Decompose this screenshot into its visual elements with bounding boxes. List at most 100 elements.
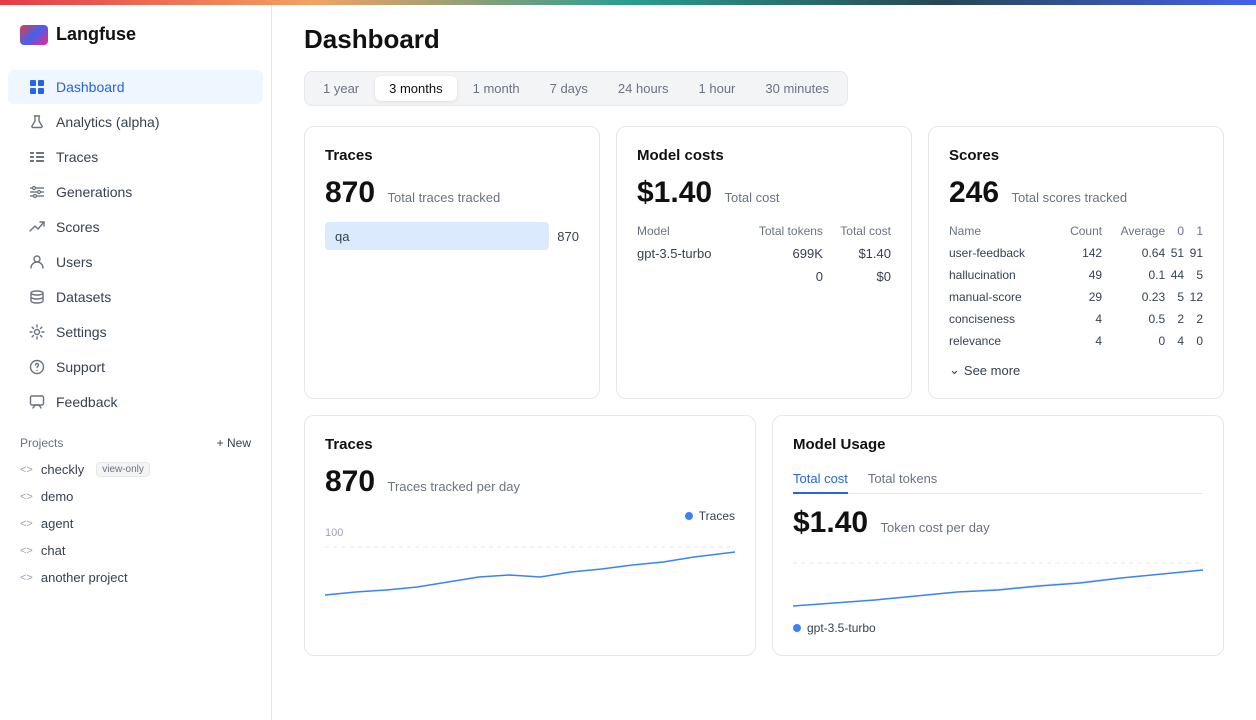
time-filter-1year[interactable]: 1 year xyxy=(309,76,373,101)
time-filter-1month[interactable]: 1 month xyxy=(459,76,534,101)
score-c0: 4 xyxy=(1165,330,1184,352)
app-name: Langfuse xyxy=(56,24,136,45)
list-icon xyxy=(28,148,46,166)
sliders-icon xyxy=(28,183,46,201)
model-usage-card: Model Usage Total cost Total tokens $1.4… xyxy=(772,415,1224,656)
model-costs-label: Total cost xyxy=(725,190,780,205)
traces-count: 870 xyxy=(325,176,375,209)
score-count: 29 xyxy=(1057,286,1102,308)
time-filter-3months[interactable]: 3 months xyxy=(375,76,456,101)
main-nav: Dashboard Analytics (alpha) xyxy=(0,65,271,424)
projects-list: <> checkly view-only <> demo <> agent <>… xyxy=(0,456,271,591)
sidebar-item-label: Scores xyxy=(56,219,100,235)
project-name: checkly xyxy=(41,462,84,477)
score-name: manual-score xyxy=(949,286,1057,308)
model-usage-total: $1.40 xyxy=(793,506,868,539)
project-name: chat xyxy=(41,543,66,558)
model-usage-title: Model Usage xyxy=(793,436,1203,453)
sidebar-item-label: Settings xyxy=(56,324,107,340)
score-c0: 5 xyxy=(1165,286,1184,308)
score-count: 49 xyxy=(1057,264,1102,286)
model-costs-total: $1.40 xyxy=(637,176,712,209)
traces-chart-count: 870 xyxy=(325,465,375,498)
time-filter-24hours[interactable]: 24 hours xyxy=(604,76,683,101)
stats-row: Traces 870 Total traces tracked qa 870 M… xyxy=(304,126,1224,399)
traces-label: Total traces tracked xyxy=(388,190,501,205)
model-costs-card: Model costs $1.40 Total cost Model Total… xyxy=(616,126,912,399)
project-name: another project xyxy=(41,570,128,585)
sidebar-item-analytics[interactable]: Analytics (alpha) xyxy=(8,105,263,139)
score-avg: 0.64 xyxy=(1102,242,1165,264)
score-name: user-feedback xyxy=(949,242,1057,264)
model-costs-table: Model Total tokens Total cost gpt-3.5-tu… xyxy=(637,220,891,288)
chart-area: 100 xyxy=(325,527,735,602)
trace-bar-qa: qa xyxy=(325,222,549,250)
sidebar-item-feedback[interactable]: Feedback xyxy=(8,385,263,419)
table-row: user-feedback 142 0.64 51 91 xyxy=(949,242,1203,264)
time-filter-30minutes[interactable]: 30 minutes xyxy=(751,76,843,101)
project-item-agent[interactable]: <> agent xyxy=(0,510,271,537)
logo-icon xyxy=(20,25,48,45)
sidebar: Langfuse Dashboard Analytics (alph xyxy=(0,0,272,720)
score-avg: 0.5 xyxy=(1102,308,1165,330)
sidebar-item-dashboard[interactable]: Dashboard xyxy=(8,70,263,104)
legend-dot xyxy=(685,512,693,520)
score-c1: 0 xyxy=(1184,330,1203,352)
chevron-down-icon: ⌄ xyxy=(949,362,960,378)
traces-chart-title: Traces xyxy=(325,436,735,453)
main-content: Dashboard 1 year 3 months 1 month 7 days… xyxy=(272,0,1256,720)
sidebar-item-label: Support xyxy=(56,359,105,375)
new-project-button[interactable]: + New xyxy=(217,436,251,450)
trace-bars: qa 870 xyxy=(325,222,579,250)
traces-chart-card: Traces 870 Traces tracked per day Traces… xyxy=(304,415,756,656)
score-c1: 2 xyxy=(1184,308,1203,330)
tab-total-cost[interactable]: Total cost xyxy=(793,465,848,494)
model-cost: $0 xyxy=(823,265,891,288)
gpt-dot xyxy=(793,624,801,632)
gear-icon xyxy=(28,323,46,341)
sidebar-item-generations[interactable]: Generations xyxy=(8,175,263,209)
sidebar-item-settings[interactable]: Settings xyxy=(8,315,263,349)
project-item-chat[interactable]: <> chat xyxy=(0,537,271,564)
col-tokens: Total tokens xyxy=(737,220,823,242)
chart-legend: Traces xyxy=(325,509,735,523)
sidebar-item-label: Analytics (alpha) xyxy=(56,114,160,130)
gpt-legend: gpt-3.5-turbo xyxy=(793,621,1203,635)
y-axis-label: 100 xyxy=(325,527,343,539)
project-item-demo[interactable]: <> demo xyxy=(0,483,271,510)
model-name: gpt-3.5-turbo xyxy=(637,242,737,265)
model-costs-title: Model costs xyxy=(637,147,891,164)
sidebar-item-scores[interactable]: Scores xyxy=(8,210,263,244)
table-row: manual-score 29 0.23 5 12 xyxy=(949,286,1203,308)
sidebar-item-users[interactable]: Users xyxy=(8,245,263,279)
trending-up-icon xyxy=(28,218,46,236)
flask-icon xyxy=(28,113,46,131)
project-item-checkly[interactable]: <> checkly view-only xyxy=(0,456,271,483)
tab-total-tokens[interactable]: Total tokens xyxy=(868,465,937,494)
scores-count: 246 xyxy=(949,176,999,209)
sidebar-item-traces[interactable]: Traces xyxy=(8,140,263,174)
sidebar-item-datasets[interactable]: Datasets xyxy=(8,280,263,314)
project-item-another[interactable]: <> another project xyxy=(0,564,271,591)
model-tokens: 699K xyxy=(737,242,823,265)
time-filter-7days[interactable]: 7 days xyxy=(536,76,602,101)
score-c0: 44 xyxy=(1165,264,1184,286)
col-cost: Total cost xyxy=(823,220,891,242)
col-0: 0 xyxy=(1165,220,1184,242)
sidebar-item-label: Generations xyxy=(56,184,132,200)
sidebar-item-label: Traces xyxy=(56,149,98,165)
col-1: 1 xyxy=(1184,220,1203,242)
table-row: gpt-3.5-turbo 699K $1.40 xyxy=(637,242,891,265)
time-filter-1hour[interactable]: 1 hour xyxy=(685,76,750,101)
page-title: Dashboard xyxy=(304,24,1224,55)
score-name: hallucination xyxy=(949,264,1057,286)
app-logo: Langfuse xyxy=(0,16,271,65)
sidebar-item-label: Dashboard xyxy=(56,79,125,95)
traces-chart-svg xyxy=(325,527,735,597)
help-circle-icon xyxy=(28,358,46,376)
chevron-icon: <> xyxy=(20,464,33,476)
sidebar-item-support[interactable]: Support xyxy=(8,350,263,384)
projects-label: Projects xyxy=(20,436,63,450)
scores-summary-card: Scores 246 Total scores tracked Name Cou… xyxy=(928,126,1224,399)
see-more-button[interactable]: ⌄ See more xyxy=(949,362,1020,378)
